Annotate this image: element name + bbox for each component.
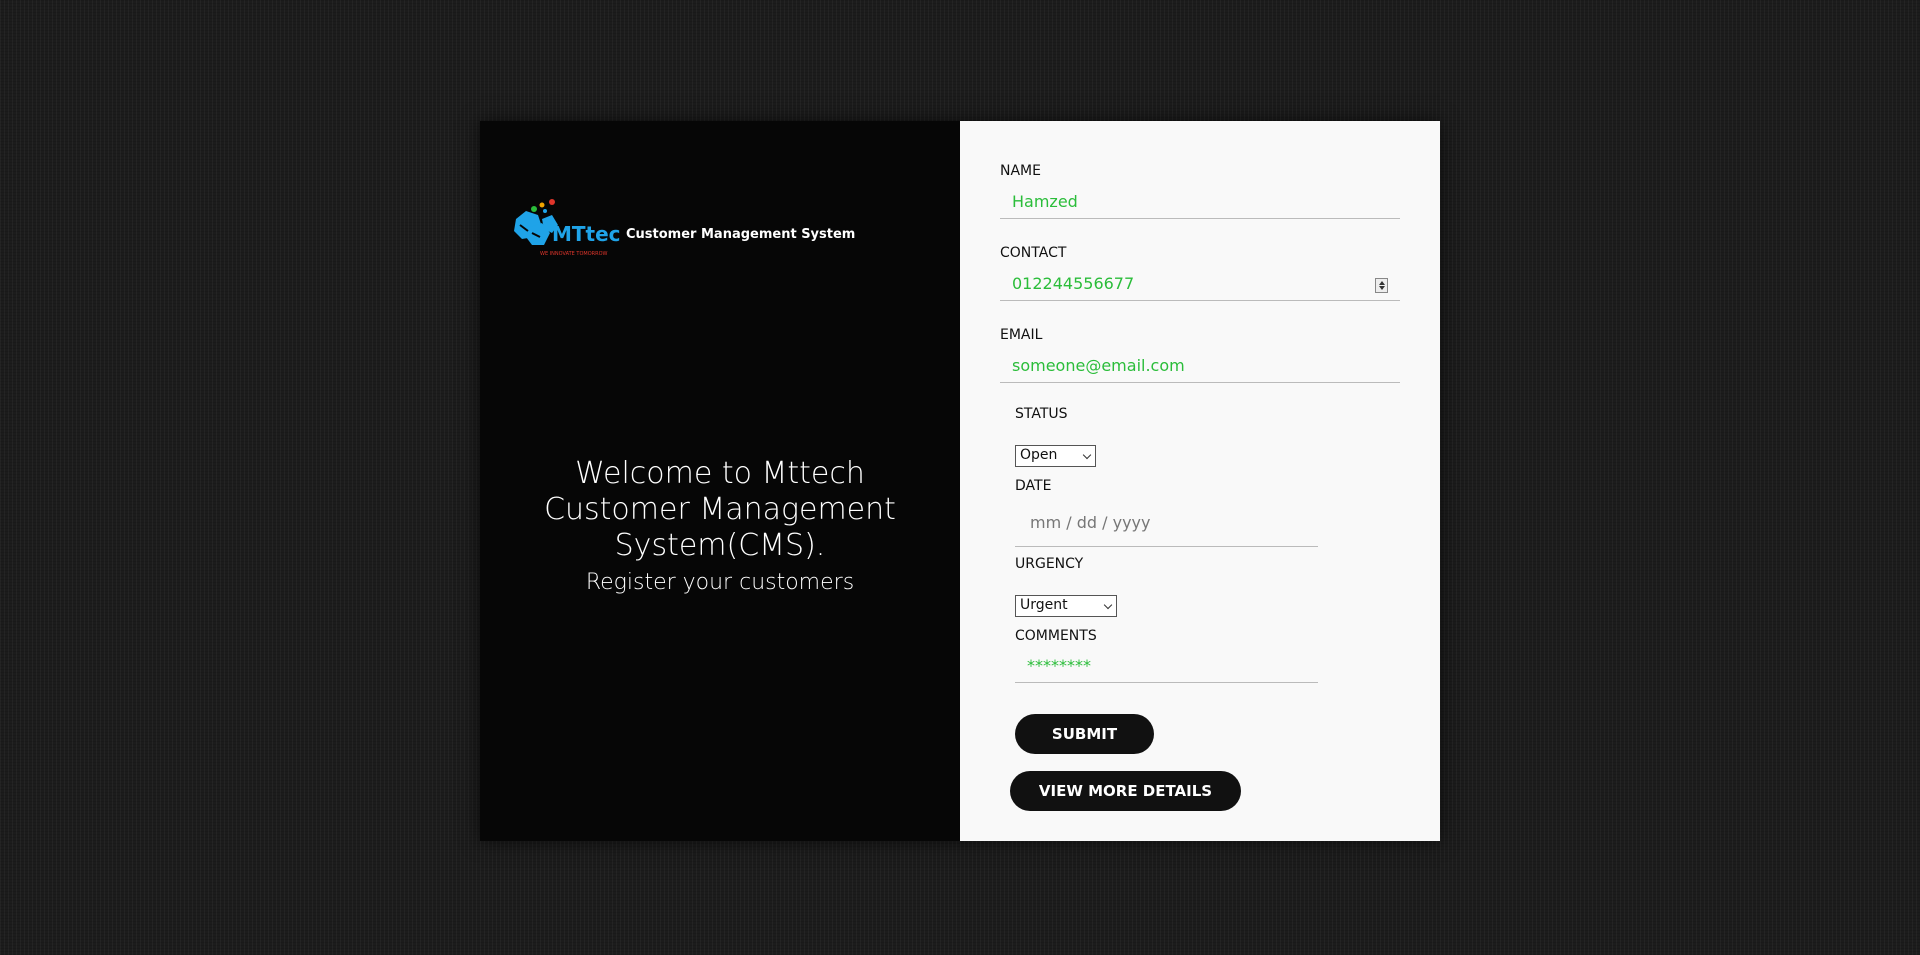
comments-label: COMMENTS (1015, 628, 1097, 644)
chevron-down-icon (1103, 600, 1113, 610)
svg-text:WE INNOVATE TOMORROW: WE INNOVATE TOMORROW (540, 251, 608, 257)
welcome-subtitle: Register your customers (585, 570, 855, 595)
brand-title: Customer Management System (626, 226, 856, 242)
brand: MTtech WE INNOVATE TOMORROW Customer Man… (512, 197, 855, 263)
name-label: NAME (1000, 163, 1041, 179)
view-more-details-button[interactable]: VIEW MORE DETAILS (1010, 771, 1241, 811)
name-input[interactable] (1000, 185, 1400, 219)
status-select-value: Open (1020, 447, 1058, 463)
number-spinner-icon[interactable] (1375, 278, 1388, 293)
registration-card: MTtech WE INNOVATE TOMORROW Customer Man… (480, 121, 1440, 841)
comments-input[interactable] (1015, 649, 1318, 683)
status-select[interactable]: Open (1015, 445, 1096, 467)
welcome-message: Welcome to Mttech Customer Management Sy… (480, 456, 960, 595)
contact-label: CONTACT (1000, 245, 1067, 261)
urgency-select-value: Urgent (1020, 597, 1068, 613)
date-label: DATE (1015, 478, 1052, 494)
date-input[interactable]: mm / dd / yyyy (1015, 513, 1318, 547)
mttech-logo: MTtech WE INNOVATE TOMORROW (512, 197, 635, 263)
welcome-title: Welcome to Mttech Customer Management Sy… (544, 456, 896, 563)
urgency-select[interactable]: Urgent (1015, 595, 1117, 617)
urgency-label: URGENCY (1015, 556, 1084, 572)
contact-input[interactable] (1000, 267, 1400, 301)
welcome-panel: MTtech WE INNOVATE TOMORROW Customer Man… (480, 121, 960, 841)
form-panel: NAME CONTACT EMAIL STATUS Open DATE mm /… (960, 121, 1440, 841)
date-placeholder: mm / dd / yyyy (1030, 513, 1151, 532)
email-label: EMAIL (1000, 327, 1043, 343)
contact-field (1000, 267, 1400, 301)
svg-text:MTtech: MTtech (552, 222, 620, 246)
status-label: STATUS (1015, 406, 1068, 422)
email-input[interactable] (1000, 349, 1400, 383)
chevron-down-icon (1082, 450, 1092, 460)
submit-button[interactable]: SUBMIT (1015, 714, 1154, 754)
